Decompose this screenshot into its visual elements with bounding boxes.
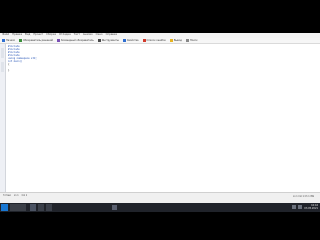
status-right: Ln 1 Col 1 Ch 1 INS [292,195,314,198]
letterbox-bottom [0,212,320,240]
toolbar-item-label: Командный обозреватель [60,39,94,42]
toolbar-item-label: Список ошибок [146,39,166,42]
toolbar-item[interactable]: Инструменты [97,39,119,42]
toolbar-item-label: Инструменты [101,39,119,42]
toolbar-item-label: Обозреватель решений [23,39,53,42]
search-icon [185,39,189,42]
taskbar-center [112,205,117,210]
screen: Файл Правка Вид Проект Сборка Отладка Тест Анал… [0,0,320,240]
toolbar-item[interactable]: Поиск [185,39,198,42]
taskbar-apps [30,204,52,211]
menu-item[interactable]: Вид [25,34,30,37]
menu-item[interactable]: Окно [96,34,103,37]
code-editor[interactable]: #include #include #include #include using na… [6,44,320,192]
sidebar-tab-toolbox[interactable] [1,48,4,58]
status-item: Col 1 [21,194,28,197]
clock-date: 03.05.2021 [304,207,318,210]
properties-icon [122,39,126,42]
taskbar-search[interactable] [10,204,26,211]
taskbar: 10:16 03.05.2021 [0,203,320,212]
menu-item[interactable]: Файл [2,34,9,37]
code-text[interactable]: #include #include #include #include using na… [8,45,37,72]
menu-item[interactable]: Справка [106,34,117,37]
ide-window: Файл Правка Вид Проект Сборка Отладка Тест Анал… [0,33,320,214]
menu-item[interactable]: Анализ [83,34,93,37]
start-button[interactable] [1,204,8,211]
toolbar-item[interactable]: Список ошибок [142,39,166,42]
menu-item[interactable]: Проект [33,34,43,37]
taskbar-app-explorer[interactable] [38,204,44,211]
toolbar-item[interactable]: Свойства [122,39,139,42]
clock[interactable]: 10:16 03.05.2021 [304,204,318,210]
taskbar-app-ide[interactable] [30,204,36,211]
tools-icon [97,39,101,42]
taskbar-pinned-icon[interactable] [112,205,117,210]
menu-item[interactable]: Правка [12,34,22,37]
sidebar-tab-server-explorer[interactable] [1,62,4,72]
status-item: Ln 1 [13,194,19,197]
menu-item[interactable]: Тест [74,34,80,37]
error-list-icon [142,39,146,42]
output-icon [169,39,173,42]
system-tray: 10:16 03.05.2021 [292,204,318,210]
toolbar-item[interactable]: Обозреватель решений [19,39,53,42]
network-icon[interactable] [292,205,297,209]
toolbar-item[interactable]: Начало [2,39,15,42]
toolbar-item[interactable]: Командный обозреватель [56,39,94,42]
volume-icon[interactable] [298,205,303,209]
status-item: Готово [3,194,11,197]
letterbox-top [0,0,320,33]
status-left: Готово Ln 1 Col 1 [3,194,27,197]
toolbar-item-label: Начало [6,39,16,42]
taskbar-app-browser[interactable] [46,204,52,211]
toolbar-item-label: Свойства [126,39,139,42]
home-icon [2,39,5,42]
toolbar-item-label: Поиск [189,39,198,42]
team-explorer-icon [56,39,60,42]
code-line[interactable]: } [8,69,37,72]
solution-explorer-icon [19,39,23,42]
toolbar-item[interactable]: Вывод [169,39,182,42]
status-bar: ГотовоLn 1Col 1 Добавить в систему Ln 1 … [0,192,320,214]
menu-item[interactable]: Отладка [59,34,71,37]
menu-item[interactable]: Сборка [46,34,56,37]
toolbar-item-label: Вывод [173,39,182,42]
